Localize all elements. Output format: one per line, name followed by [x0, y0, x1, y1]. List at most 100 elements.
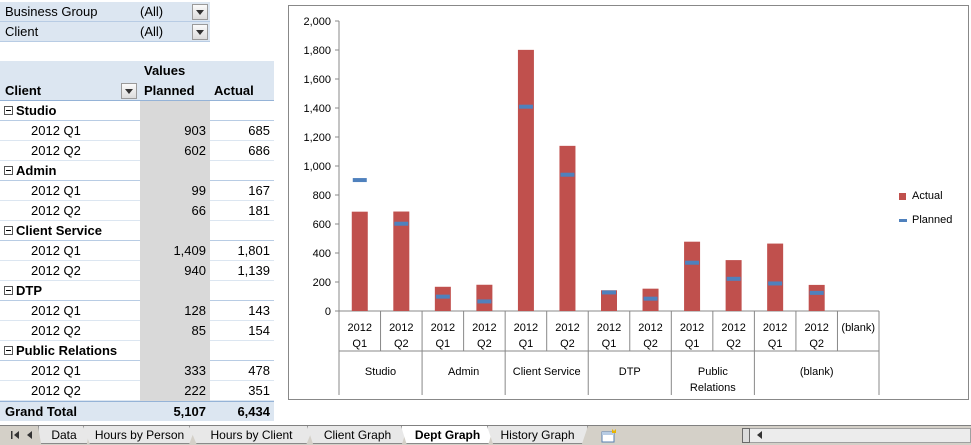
dept-chart[interactable]: 0 200 400 600 800 1,000 1,200 1,400 1,600 1,800 2,… [288, 5, 969, 400]
planned-cell[interactable]: 333 [140, 360, 210, 381]
collapse-minus-icon[interactable] [4, 346, 13, 355]
bar-actual [517, 49, 534, 311]
group-label: Public Relations [16, 343, 118, 358]
group-row: Admin [0, 160, 274, 181]
dropdown-arrow-icon[interactable] [192, 4, 208, 20]
table-row: 2012 Q2 85 154 [0, 320, 274, 341]
planned-cell[interactable]: 66 [140, 200, 210, 221]
legend-swatch-actual [899, 192, 906, 200]
actual-cell[interactable]: 351 [210, 381, 274, 401]
sheet-tab[interactable]: History Graph [487, 426, 588, 444]
x-tick-label: 2012 [597, 322, 621, 334]
pivot-body: Studio 2012 Q1 903 685 2012 Q2 602 686 Admin 201… [0, 100, 274, 401]
planned-cell[interactable]: 85 [140, 320, 210, 341]
collapse-minus-icon[interactable] [4, 226, 13, 235]
planned-cell[interactable]: 128 [140, 300, 210, 321]
x-tick-label: Q2 [643, 338, 658, 350]
group-label: DTP [16, 283, 42, 298]
bar-actual [725, 260, 742, 311]
period-label: 2012 Q2 [31, 263, 81, 278]
actual-cell[interactable]: 1,139 [210, 261, 274, 281]
sheet-tab[interactable]: Dept Graph [401, 426, 494, 444]
planned-cell[interactable]: 940 [140, 260, 210, 281]
sheet-tab[interactable]: Data [38, 426, 90, 444]
chart-plot: 0 200 400 600 800 1,000 1,200 1,400 1,600 1,800 2,… [303, 16, 880, 395]
row-header-client: Client [5, 83, 42, 98]
x-tick-label: 2012 [555, 322, 579, 334]
col-header-actual[interactable]: Actual [210, 81, 274, 101]
table-row: 2012 Q1 1,409 1,801 [0, 240, 274, 261]
group-row: Public Relations [0, 340, 274, 361]
y-tick-label: 1,400 [303, 103, 331, 115]
x-group-label: Studio [365, 366, 396, 378]
bar-actual [393, 211, 410, 311]
prev-sheet-icon[interactable] [23, 428, 37, 442]
actual-cell[interactable]: 154 [210, 321, 274, 341]
sheet-tab[interactable]: Client Graph [307, 426, 408, 444]
filter-business-group: Business Group (All) [0, 2, 210, 22]
x-tick-label: Q1 [436, 338, 451, 350]
scroll-left-icon[interactable] [753, 428, 767, 442]
x-tick-label: Q2 [394, 338, 409, 350]
collapse-minus-icon[interactable] [4, 286, 13, 295]
x-tick-label: 2012 [514, 322, 538, 334]
period-label: 2012 Q1 [31, 363, 81, 378]
x-tick-label: 2012 [431, 322, 455, 334]
period-label: 2012 Q2 [31, 383, 81, 398]
collapse-minus-icon[interactable] [4, 106, 13, 115]
grand-total-row: Grand Total 5,107 6,434 [0, 401, 274, 421]
filter-value: (All) [140, 4, 164, 19]
insert-worksheet-icon[interactable] [597, 427, 621, 444]
col-header-planned[interactable]: Planned [140, 81, 210, 101]
x-group-label: Client Service [513, 366, 581, 378]
planned-cell[interactable]: 99 [140, 180, 210, 201]
bar-actual [434, 286, 451, 311]
collapse-minus-icon[interactable] [4, 166, 13, 175]
sheet-tab[interactable]: Hours by Person [83, 426, 196, 444]
tab-split-handle[interactable] [742, 428, 750, 443]
actual-cell[interactable]: 167 [210, 181, 274, 201]
x-tick-label: Q1 [602, 338, 617, 350]
table-row: 2012 Q2 66 181 [0, 200, 274, 221]
y-tick-label: 600 [313, 219, 331, 231]
y-tick-label: 800 [313, 190, 331, 202]
x-tick-label: Q1 [768, 338, 783, 350]
actual-cell[interactable]: 181 [210, 201, 274, 221]
pivot-table: Values Client Planned Actual Studio 2012 … [0, 61, 274, 421]
x-tick-label: Q1 [352, 338, 367, 350]
grand-total-planned[interactable]: 5,107 [140, 402, 210, 422]
marker-planned [685, 260, 700, 265]
period-label: 2012 Q1 [31, 303, 81, 318]
table-row: 2012 Q1 333 478 [0, 360, 274, 381]
x-tick-label: 2012 [680, 322, 704, 334]
grand-total-actual[interactable]: 6,434 [210, 402, 274, 422]
actual-cell[interactable]: 1,801 [210, 241, 274, 261]
marker-planned [352, 178, 367, 183]
dropdown-arrow-icon[interactable] [121, 83, 137, 99]
actual-cell[interactable]: 686 [210, 141, 274, 161]
planned-cell[interactable]: 222 [140, 380, 210, 401]
x-group-label: DTP [619, 366, 641, 378]
actual-cell[interactable]: 685 [210, 121, 274, 141]
table-row: 2012 Q1 903 685 [0, 120, 274, 141]
first-sheet-icon[interactable] [8, 428, 22, 442]
filter-label: Client [5, 24, 39, 39]
x-tick-label: 2012 [763, 322, 787, 334]
pivot-header-values-row: Values [0, 61, 274, 81]
x-tick-label: Q2 [809, 338, 824, 350]
horizontal-scrollbar[interactable] [742, 428, 971, 443]
sheet-tab[interactable]: Hours by Client [189, 426, 314, 444]
filter-label: Business Group [5, 4, 98, 19]
planned-cell[interactable]: 602 [140, 140, 210, 161]
marker-planned [560, 172, 575, 177]
x-group-label: (blank) [800, 366, 834, 378]
filter-client: Client (All) [0, 22, 210, 42]
planned-cell[interactable]: 1,409 [140, 240, 210, 261]
x-tick-label: 2012 [389, 322, 413, 334]
marker-planned [602, 290, 616, 295]
actual-cell[interactable]: 143 [210, 301, 274, 321]
planned-cell[interactable]: 903 [140, 120, 210, 141]
actual-cell[interactable]: 478 [210, 361, 274, 381]
x-tick-label: Q1 [685, 338, 700, 350]
dropdown-arrow-icon[interactable] [192, 24, 208, 40]
